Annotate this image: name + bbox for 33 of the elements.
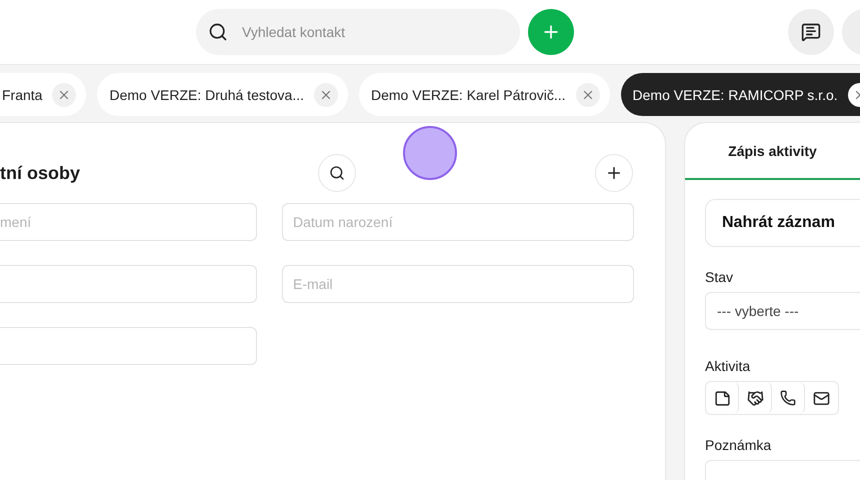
plus-icon <box>605 164 623 182</box>
contact-tab[interactable]: Demo VERZE: Druhá testova... <box>97 73 348 116</box>
contact-tab[interactable]: Demo VERZE: Karel Pátrovič... <box>359 73 610 116</box>
note-icon <box>714 390 730 406</box>
input-field[interactable]: E-mail <box>282 265 634 303</box>
input-field[interactable]: mení <box>0 203 257 241</box>
upload-button[interactable]: Nahrát záznam <box>705 199 860 247</box>
search-icon <box>208 22 228 42</box>
input-field[interactable]: Datum narození <box>282 203 634 241</box>
field-label: Poznámka <box>705 437 772 453</box>
contact-tab[interactable]: Demo VERZE: RAMICORP s.r.o. <box>620 73 860 116</box>
phone-icon <box>780 390 796 406</box>
add-button[interactable] <box>595 154 633 192</box>
search-field[interactable]: Vyhledat kontakt <box>196 9 520 55</box>
search-button[interactable] <box>318 154 356 192</box>
message-icon <box>801 22 821 42</box>
tab-label: Franta <box>2 86 42 102</box>
panel-tab[interactable]: Zápis aktivity <box>685 123 860 180</box>
handshake-icon <box>746 390 764 406</box>
input-field[interactable] <box>0 265 257 303</box>
mail-icon <box>813 390 830 406</box>
field-label: Stav <box>705 269 734 285</box>
tab-label: Demo VERZE: RAMICORP s.r.o. <box>632 86 838 102</box>
messages-button[interactable] <box>788 9 834 55</box>
search-icon <box>329 165 345 181</box>
tab-label: Demo VERZE: Druhá testova... <box>109 86 304 102</box>
field-label: Aktivita <box>705 358 750 374</box>
contact-tab[interactable]: Franta <box>0 73 86 116</box>
input-field[interactable] <box>0 327 257 365</box>
add-button[interactable] <box>528 9 574 55</box>
tab-label: Demo VERZE: Karel Pátrovič... <box>371 86 566 102</box>
section-title: tní osoby <box>0 162 81 184</box>
status-select[interactable]: --- vyberte --- <box>705 292 860 330</box>
